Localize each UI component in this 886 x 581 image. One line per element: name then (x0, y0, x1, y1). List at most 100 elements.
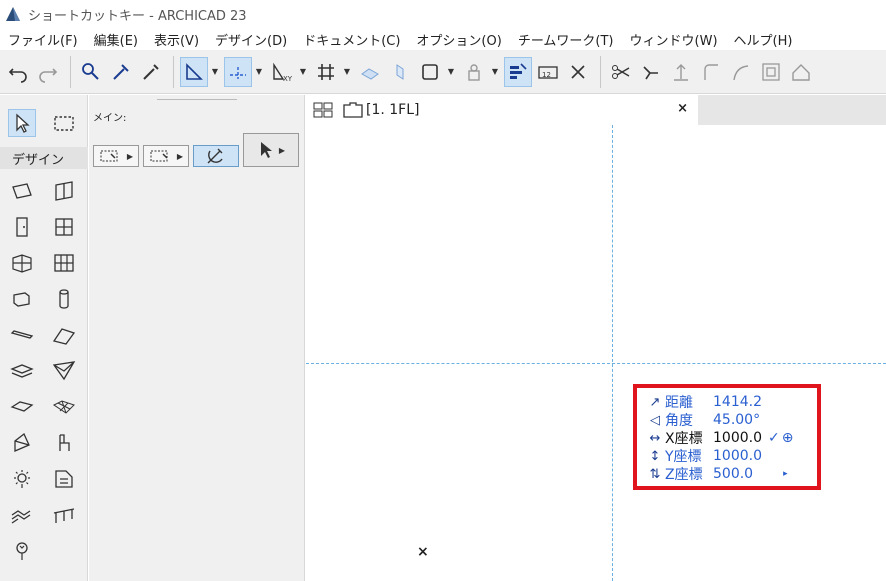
menu-view[interactable]: 表示(V) (146, 30, 207, 49)
resize-icon[interactable] (757, 57, 785, 87)
layer-view-dropdown-icon[interactable]: ▼ (446, 57, 456, 87)
tracker-row-z[interactable]: ⇅ Z座標 500.0 ▸ (645, 465, 788, 483)
svg-text:12: 12 (542, 71, 551, 79)
roof-tool-icon[interactable] (50, 321, 78, 349)
crosshair-icon[interactable]: ⊕ (782, 430, 794, 446)
check-icon[interactable]: ✓ (768, 430, 780, 446)
project-origin-marker: × (417, 544, 429, 560)
x-axis-icon: ↔ (649, 430, 661, 446)
chevron-right-icon: ▶ (126, 151, 134, 161)
lock-dropdown-icon[interactable]: ▼ (490, 57, 500, 87)
snap-point-icon[interactable] (564, 57, 592, 87)
info-box-label: メイン: (93, 113, 127, 124)
info-box-panel: メイン: ▶ ▶ ▶ (89, 95, 305, 581)
pick-up-parameters-icon[interactable] (107, 57, 135, 87)
floor-plan-canvas[interactable]: × (306, 125, 886, 581)
arrow-tool-icon[interactable] (8, 109, 36, 137)
tracker-row-y[interactable]: ↕ Y座標 1000.0 (645, 447, 762, 465)
lamp-tool-icon[interactable] (8, 465, 36, 493)
guide-lines-icon[interactable] (180, 56, 208, 87)
menu-bar: ファイル(F) 編集(E) 表示(V) デザイン(D) ドキュメント(C) オプ… (0, 28, 886, 50)
tracker-field-name: 角度 (665, 413, 693, 429)
mesh-tool-icon[interactable] (50, 393, 78, 421)
menu-file[interactable]: ファイル(F) (0, 30, 86, 49)
roof-icon[interactable] (787, 57, 815, 87)
close-tab-icon[interactable]: × (677, 101, 688, 116)
lock-icon[interactable] (460, 57, 488, 87)
polyline-selection-button[interactable]: ▶ (93, 145, 139, 167)
tracker-row-angle[interactable]: ◁ 角度 45.00° (645, 411, 760, 429)
chevron-right-icon: ▶ (278, 145, 286, 155)
snap-guides-icon[interactable] (224, 56, 252, 87)
toolbox-section-label: デザイン (12, 152, 65, 168)
svg-text:XY: XY (283, 75, 293, 83)
grid-snap-dropdown-icon[interactable]: ▼ (342, 57, 352, 87)
menu-edit[interactable]: 編集(E) (86, 30, 146, 49)
menu-options[interactable]: オプション(O) (408, 30, 509, 49)
railing-tool-icon[interactable] (8, 501, 36, 529)
navigator-grid-icon[interactable] (312, 101, 336, 119)
layer-view-icon[interactable] (416, 57, 444, 87)
undo-icon[interactable] (4, 57, 32, 87)
chevron-right-icon: ▶ (176, 151, 184, 161)
beam-tool-icon[interactable] (50, 285, 78, 313)
curve-edit-icon[interactable] (727, 57, 755, 87)
adjust-icon[interactable] (637, 57, 665, 87)
zone-tool-icon[interactable] (8, 429, 36, 457)
suspend-groups-icon[interactable] (386, 57, 414, 87)
fillet-icon[interactable] (697, 57, 725, 87)
object-tool-icon[interactable] (50, 429, 78, 457)
info-box-divider (157, 99, 237, 100)
curtain-wall-tool-icon[interactable] (50, 177, 78, 205)
level-dimension-icon[interactable] (8, 537, 36, 565)
curtain-panel-tool-icon[interactable] (50, 249, 78, 277)
shell-tool-icon[interactable] (50, 357, 78, 385)
edit-plane-dropdown-icon[interactable]: ▼ (298, 57, 308, 87)
menu-document[interactable]: ドキュメント(C) (295, 30, 408, 49)
measure-icon[interactable]: 12 (534, 57, 562, 87)
floor-plan-icon (343, 102, 363, 118)
fence-tool-icon[interactable] (50, 501, 78, 529)
ramp-tool-icon[interactable] (50, 465, 78, 493)
menu-teamwork[interactable]: チームワーク(T) (510, 30, 622, 49)
magic-wand-button[interactable] (193, 145, 239, 167)
window-tool-icon[interactable] (50, 213, 78, 241)
tab-floor-plan[interactable]: [1. 1FL] × (306, 95, 698, 125)
guide-lines-dropdown-icon[interactable]: ▼ (210, 57, 220, 87)
menu-help[interactable]: ヘルプ(H) (726, 30, 801, 49)
y-axis-icon: ↕ (649, 448, 661, 464)
find-select-icon[interactable] (77, 57, 105, 87)
tracker-toggle-icon[interactable] (504, 56, 532, 87)
tracker-more-icon[interactable]: ▸ (783, 469, 788, 479)
morph-tool-icon[interactable] (8, 393, 36, 421)
slab-tool-icon[interactable] (8, 321, 36, 349)
arrow-tool-options-button[interactable]: ▶ (243, 133, 299, 167)
wall-tool-icon[interactable] (8, 177, 36, 205)
inject-parameters-icon[interactable] (137, 57, 165, 87)
snap-guides-dropdown-icon[interactable]: ▼ (254, 57, 264, 87)
toolbox-section-header[interactable]: デザイン (0, 147, 88, 169)
menu-design[interactable]: デザイン(D) (207, 30, 295, 49)
door-tool-icon[interactable] (8, 213, 36, 241)
redo-icon[interactable] (34, 57, 62, 87)
marquee-tool-icon[interactable] (50, 109, 78, 137)
offset-up-icon[interactable] (667, 57, 695, 87)
standard-toolbar: ▼ ▼ XY ▼ ▼ ▼ ▼ 12 (0, 50, 886, 94)
edit-plane-icon[interactable]: XY (268, 57, 296, 87)
angle-icon: ◁ (650, 412, 660, 428)
stair-tool-icon[interactable] (8, 357, 36, 385)
box-selection-button[interactable]: ▶ (143, 145, 189, 167)
polyline-selection-icon (100, 150, 118, 162)
toolbar-divider (70, 55, 71, 88)
grid-snap-icon[interactable] (312, 57, 340, 87)
column-tool-icon[interactable] (8, 285, 36, 313)
split-icon[interactable] (607, 57, 635, 87)
construction-grid-icon[interactable] (356, 57, 384, 87)
tracker-row-distance[interactable]: ↗ 距離 1414.2 (645, 393, 762, 411)
skylight-tool-icon[interactable] (8, 249, 36, 277)
distance-icon: ↗ (649, 394, 661, 410)
tracker-field-name: X座標 (665, 431, 703, 447)
tracker-row-x[interactable]: ↔ X座標 1000.0 ✓ ⊕ (645, 429, 794, 447)
tracker-field-value: 45.00° (713, 412, 761, 428)
menu-window[interactable]: ウィンドウ(W) (622, 30, 726, 49)
